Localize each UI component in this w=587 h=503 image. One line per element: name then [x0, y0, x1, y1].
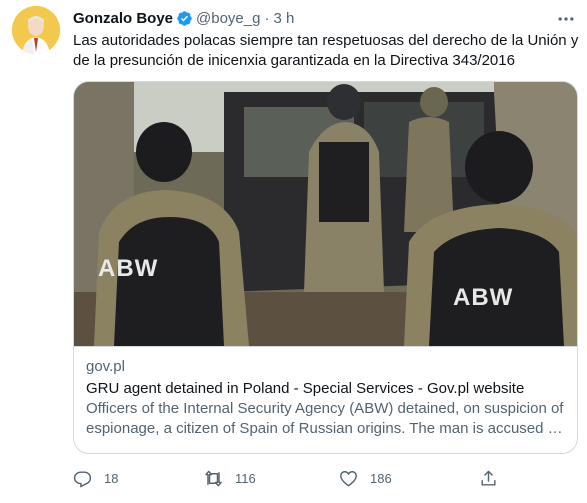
card-image: ABW ABW: [74, 82, 577, 346]
author-handle[interactable]: @boye_g: [196, 10, 260, 27]
tweet-actions: 18 116 186: [73, 466, 513, 490]
card-title[interactable]: GRU agent detained in Poland - Special S…: [86, 379, 567, 399]
tweet[interactable]: Gonzalo Boye @boye_g · 3 h Las autoridad…: [0, 0, 587, 503]
timestamp[interactable]: 3 h: [273, 10, 294, 27]
retweet-icon: [204, 469, 223, 488]
reply-button[interactable]: 18: [73, 466, 118, 490]
like-button[interactable]: 186: [339, 466, 392, 490]
reply-icon: [73, 469, 92, 488]
card-body: gov.pl GRU agent detained in Poland - Sp…: [74, 346, 577, 453]
retweet-button[interactable]: 116: [204, 466, 256, 490]
retweet-count: 116: [235, 470, 256, 486]
vest-label-right: ABW: [453, 284, 514, 311]
like-count: 186: [370, 470, 392, 486]
vest-label-left: ABW: [98, 255, 159, 282]
card-description: Officers of the Internal Security Agency…: [86, 400, 564, 437]
share-icon: [479, 469, 498, 488]
separator-dot: ·: [264, 9, 270, 27]
more-icon[interactable]: [556, 9, 576, 29]
link-card[interactable]: ABW ABW gov.pl GRU agent detained in Pol…: [73, 81, 578, 454]
tweet-header: Gonzalo Boye @boye_g · 3 h: [73, 8, 294, 28]
author-name[interactable]: Gonzalo Boye: [73, 10, 173, 27]
reply-count: 18: [104, 470, 119, 486]
verified-badge-icon: [176, 10, 193, 27]
like-icon: [339, 469, 358, 488]
card-domain: gov.pl: [86, 358, 125, 375]
tweet-text: Las autoridades polacas siempre tan resp…: [73, 32, 579, 69]
avatar[interactable]: [12, 6, 60, 54]
share-button[interactable]: [479, 466, 498, 490]
